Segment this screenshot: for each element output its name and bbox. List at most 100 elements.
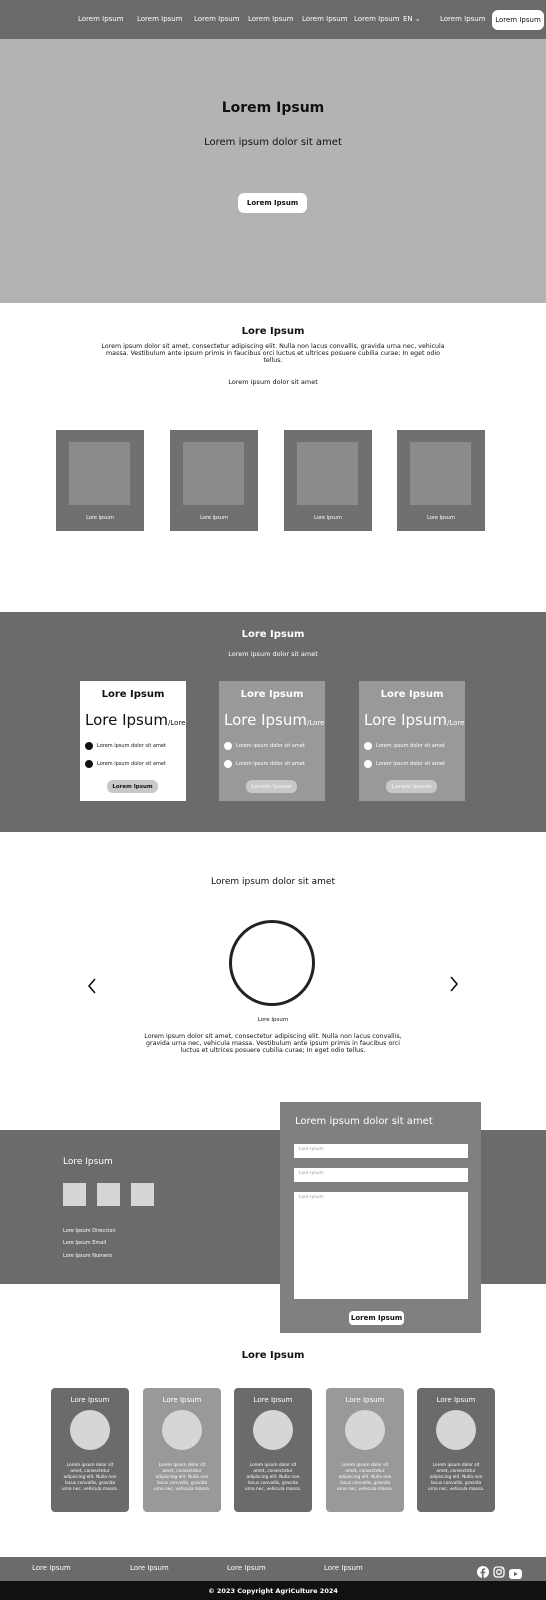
plan-price: Lore Ipsum/Lore [364, 711, 464, 729]
social-square[interactable] [63, 1183, 86, 1206]
plan-title: Lore Ipsum [240, 689, 304, 700]
plan-price-unit: /Lore [167, 719, 186, 727]
social-square[interactable] [131, 1183, 154, 1206]
bullet-icon [85, 760, 93, 768]
language-label: EN [403, 15, 413, 23]
bullet-icon [224, 742, 232, 750]
nav-link-5[interactable]: Lorem Ipsum [302, 15, 348, 23]
contact-email: Lore Ipsum Email [63, 1240, 107, 1246]
plan-price-unit: /Lore [306, 719, 325, 727]
testimonial-avatar [229, 920, 315, 1006]
pricing-plan-2: Lore Ipsum Lore Ipsum/Lore Lorem ipsum d… [219, 681, 325, 801]
team-member-desc: Lorem ipsum dolor sit amet, consectetur … [336, 1463, 394, 1493]
youtube-icon[interactable] [509, 1564, 522, 1579]
pricing-plan-1: Lore Ipsum Lore Ipsum/Lore Lorem ipsum d… [80, 681, 186, 801]
plan-feature-text: Lorem ipsum dolor sit amet [236, 743, 305, 749]
chevron-down-icon: ⌄ [412, 15, 421, 23]
about-title: Lore Ipsum [241, 326, 305, 337]
plan-feature-text: Lorem ipsum dolor sit amet [97, 761, 166, 767]
feature-card[interactable]: Lore Ipsum [284, 430, 372, 531]
facebook-icon[interactable] [477, 1563, 489, 1578]
bullet-icon [85, 742, 93, 750]
team-card: Lore Ipsum Lorem ipsum dolor sit amet, co… [234, 1388, 312, 1512]
team-card: Lore Ipsum Lorem ipsum dolor sit amet, co… [326, 1388, 404, 1512]
footer-link[interactable]: Lore Ipsum [130, 1564, 169, 1572]
hero-section [0, 39, 546, 303]
team-card: Lore Ipsum Lorem ipsum dolor sit amet, co… [417, 1388, 495, 1512]
chevron-left-icon[interactable] [85, 975, 99, 997]
nav-link-3[interactable]: Lorem Ipsum [194, 15, 240, 23]
card-image [183, 442, 244, 505]
plan-feature: Lorem ipsum dolor sit amet [364, 742, 445, 750]
team-title: Lore Ipsum [241, 1350, 305, 1361]
feature-card[interactable]: Lore Ipsum [170, 430, 258, 531]
about-text: Lorem ipsum dolor sit amet, consectetur … [101, 343, 445, 365]
feature-card[interactable]: Lore Ipsum [56, 430, 144, 531]
card-label: Lore Ipsum [86, 515, 114, 521]
card-image [297, 442, 358, 505]
footer-link[interactable]: Lore Ipsum [32, 1564, 71, 1572]
team-avatar [253, 1410, 293, 1450]
testimonial-text: Lorem ipsum dolor sit amet, consectetur … [144, 1033, 402, 1055]
team-card: Lore Ipsum Lorem ipsum dolor sit amet, co… [143, 1388, 221, 1512]
plan-button[interactable]: Lorem Ipsum [246, 780, 297, 793]
bullet-icon [224, 760, 232, 768]
card-label: Lore Ipsum [427, 515, 455, 521]
footer-link[interactable]: Lore Ipsum [324, 1564, 363, 1572]
plan-price-value: Lore Ipsum [364, 711, 447, 729]
card-label: Lore Ipsum [200, 515, 228, 521]
plan-feature-text: Lorem ipsum dolor sit amet [376, 761, 445, 767]
name-field[interactable]: Lore Ipsum [294, 1144, 468, 1158]
plan-feature-text: Lorem ipsum dolor sit amet [236, 761, 305, 767]
plan-price: Lore Ipsum/Lore [224, 711, 324, 729]
social-square[interactable] [97, 1183, 120, 1206]
team-member-name: Lore Ipsum [162, 1396, 202, 1404]
team-member-name: Lore Ipsum [70, 1396, 110, 1404]
nav-link-4[interactable]: Lorem Ipsum [248, 15, 294, 23]
hero-button[interactable]: Lorem Ipsum [238, 193, 307, 213]
footer-link[interactable]: Lore Ipsum [227, 1564, 266, 1572]
card-image [410, 442, 471, 505]
bullet-icon [364, 742, 372, 750]
instagram-icon[interactable] [493, 1563, 505, 1578]
chevron-right-icon[interactable] [447, 973, 461, 995]
plan-button[interactable]: Lorem Ipsum [386, 780, 437, 793]
team-member-name: Lore Ipsum [345, 1396, 385, 1404]
contact-phone: Lore Ipsum Numero [63, 1253, 113, 1259]
plan-feature: Lorem ipsum dolor sit amet [85, 742, 166, 750]
hero-title: Lorem Ipsum [221, 100, 325, 116]
team-avatar [70, 1410, 110, 1450]
login-link[interactable]: Lorem Ipsum [440, 15, 486, 23]
plan-feature: Lorem ipsum dolor sit amet [364, 760, 445, 768]
submit-button[interactable]: Lorem Ipsum [349, 1311, 404, 1325]
language-select[interactable]: EN ⌄ [403, 15, 421, 23]
testimonial-name: Lore Ipsum [257, 1017, 289, 1023]
card-label: Lore Ipsum [314, 515, 342, 521]
nav-link-2[interactable]: Lorem Ipsum [137, 15, 183, 23]
plan-price-unit: /Lore [446, 719, 465, 727]
footer-bar [0, 1557, 546, 1581]
plan-button[interactable]: Lorem Ipsum [107, 780, 158, 793]
nav-link-1[interactable]: Lorem Ipsum [78, 15, 124, 23]
testimonial-title: Lorem ipsum dolor sit amet [211, 877, 335, 887]
pricing-title: Lore Ipsum [241, 629, 305, 640]
form-title: Lorem ipsum dolor sit amet [295, 1116, 433, 1127]
plan-title: Lore Ipsum [101, 689, 165, 700]
team-member-name: Lore Ipsum [436, 1396, 476, 1404]
team-member-desc: Lorem ipsum dolor sit amet, consectetur … [427, 1463, 485, 1493]
team-member-name: Lore Ipsum [253, 1396, 293, 1404]
plan-feature-text: Lorem ipsum dolor sit amet [376, 743, 445, 749]
hero-subtitle: Lorem ipsum dolor sit amet [204, 137, 342, 148]
nav-cta-button[interactable]: Lorem Ipsum [492, 10, 544, 30]
email-field[interactable]: Lore Ipsum [294, 1168, 468, 1182]
plan-price-value: Lore Ipsum [224, 711, 307, 729]
pricing-subtitle: Lorem ipsum dolor sit amet [228, 650, 318, 658]
nav-link-6[interactable]: Lorem Ipsum [354, 15, 400, 23]
team-member-desc: Lorem ipsum dolor sit amet, consectetur … [153, 1463, 211, 1493]
message-field[interactable]: Lore Ipsum [294, 1192, 468, 1299]
contact-address: Lore Ipsum Direccion [63, 1228, 116, 1234]
contact-form: Lorem ipsum dolor sit amet Lore Ipsum Lo… [280, 1102, 481, 1333]
pricing-plan-3: Lore Ipsum Lore Ipsum/Lore Lorem ipsum d… [359, 681, 465, 801]
plan-title: Lore Ipsum [380, 689, 444, 700]
feature-card[interactable]: Lore Ipsum [397, 430, 485, 531]
